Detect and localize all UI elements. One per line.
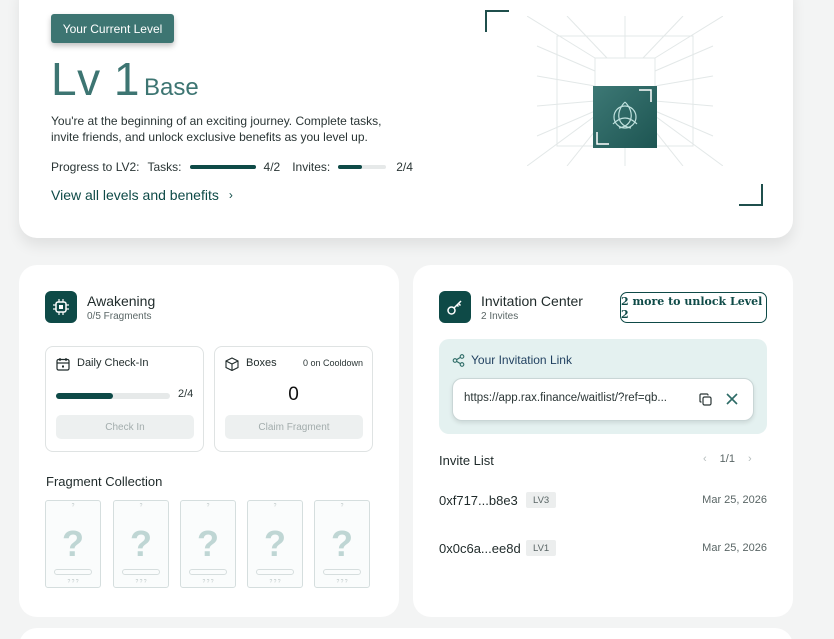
invite-address: 0xf717...b8e3 <box>439 493 518 508</box>
invite-level-tag: LV3 <box>526 492 557 508</box>
chip-icon <box>45 291 77 323</box>
level-emblem <box>593 86 657 148</box>
checkin-progress-bar <box>56 393 170 399</box>
level-progress: Progress to LV2: Tasks: 4/2 Invites: 2/4 <box>51 160 413 174</box>
awakening-title: Awakening <box>87 293 156 309</box>
invite-date: Mar 25, 2026 <box>702 542 767 554</box>
next-section-card <box>19 628 793 639</box>
invite-list-pager: ‹ 1/1 › <box>703 453 752 465</box>
checkin-value: 2/4 <box>178 388 194 400</box>
fragment-question-mark: ? <box>331 523 353 564</box>
x-share-icon[interactable] <box>726 393 738 405</box>
invite-date: Mar 25, 2026 <box>702 494 767 506</box>
level-artwork <box>485 10 765 208</box>
fragment-card[interactable]: ??? ? ? <box>180 500 236 588</box>
tasks-progress-fill <box>189 165 256 169</box>
chevron-right-icon: › <box>228 188 233 202</box>
fragment-question-mark: ? <box>264 523 286 564</box>
daily-checkin-panel: Daily Check-In 2/4 Check In <box>45 346 204 452</box>
level-description: You're at the beginning of an exciting j… <box>51 114 382 144</box>
boxes-title: Boxes <box>246 357 277 369</box>
invites-progress-bar <box>338 165 387 169</box>
level-subtitle: Base <box>144 74 199 101</box>
check-in-button[interactable]: Check In <box>56 415 194 439</box>
invites-progress-fill <box>338 165 363 169</box>
frame-corner-top-left <box>485 10 509 32</box>
share-icon <box>452 354 465 367</box>
view-levels-link[interactable]: View all levels and benefits › <box>51 187 233 203</box>
invitation-title: Invitation Center <box>481 293 583 309</box>
chip-glyph <box>53 299 69 315</box>
chevron-left-icon[interactable]: ‹ <box>703 453 707 465</box>
list-item: 0x0c6a...ee8d LV1 Mar 25, 2026 <box>439 539 767 559</box>
copy-icon[interactable] <box>699 393 712 406</box>
fragment-card[interactable]: ??? ? ? <box>113 500 169 588</box>
page-indicator: 1/1 <box>719 453 735 465</box>
box-icon <box>225 357 239 371</box>
level-title: Lv 1 <box>51 53 140 105</box>
chevron-right-icon[interactable]: › <box>748 453 752 465</box>
fragment-collection-title: Fragment Collection <box>46 474 163 489</box>
list-item: 0xf717...b8e3 LV3 Mar 25, 2026 <box>439 491 767 511</box>
fragment-card[interactable]: ??? ? ? <box>314 500 370 588</box>
awakening-card: Awakening 0/5 Fragments Daily Check-In 2… <box>19 265 399 617</box>
invites-value: 2/4 <box>396 160 413 174</box>
invite-list-title: Invite List <box>439 453 494 468</box>
awakening-subtitle: 0/5 Fragments <box>87 311 152 322</box>
key-icon <box>439 291 471 323</box>
calendar-icon <box>56 358 70 371</box>
invitation-subtitle: 2 Invites <box>481 311 519 322</box>
invitation-link-panel: Your Invitation Link https://app.rax.fin… <box>439 339 767 434</box>
invitation-card: Invitation Center 2 Invites 2 more to un… <box>413 265 793 617</box>
progress-label: Progress to LV2: <box>51 160 140 174</box>
frame-corner-bottom-right <box>739 184 763 206</box>
tasks-value: 4/2 <box>263 160 281 174</box>
invitation-link-label: Your Invitation Link <box>471 353 572 367</box>
fragment-question-mark: ? <box>62 523 84 564</box>
key-glyph <box>447 300 462 315</box>
boxes-panel: Boxes 0 on Cooldown 0 Claim Fragment <box>214 346 373 452</box>
boxes-count: 0 <box>288 384 299 405</box>
fragment-question-mark: ? <box>130 523 152 564</box>
current-level-badge: Your Current Level <box>51 14 174 43</box>
fragment-question-mark: ? <box>197 523 219 564</box>
invitation-link-field[interactable]: https://app.rax.finance/waitlist/?ref=qb… <box>452 378 754 421</box>
fragment-card[interactable]: ??? ? ? <box>247 500 303 588</box>
checkin-progress-fill <box>56 393 113 399</box>
tasks-progress-bar <box>189 165 256 169</box>
boxes-cooldown: 0 on Cooldown <box>302 358 363 368</box>
checkin-title: Daily Check-In <box>77 357 149 369</box>
claim-fragment-button[interactable]: Claim Fragment <box>225 415 363 439</box>
invites-label: Invites: <box>292 160 331 174</box>
triquetra-icon <box>596 89 652 145</box>
fragment-card[interactable]: ??? ? ? <box>45 500 101 588</box>
invitation-link-value: https://app.rax.finance/waitlist/?ref=qb… <box>464 392 667 404</box>
invite-level-tag: LV1 <box>526 540 557 556</box>
tasks-label: Tasks: <box>147 160 182 174</box>
invite-address: 0x0c6a...ee8d <box>439 541 521 556</box>
level-card: Your Current Level Lv 1 Base You're at t… <box>19 0 793 238</box>
view-levels-label: View all levels and benefits <box>51 187 219 203</box>
unlock-level-button[interactable]: 2 more to unlock Level 2 <box>620 292 767 323</box>
